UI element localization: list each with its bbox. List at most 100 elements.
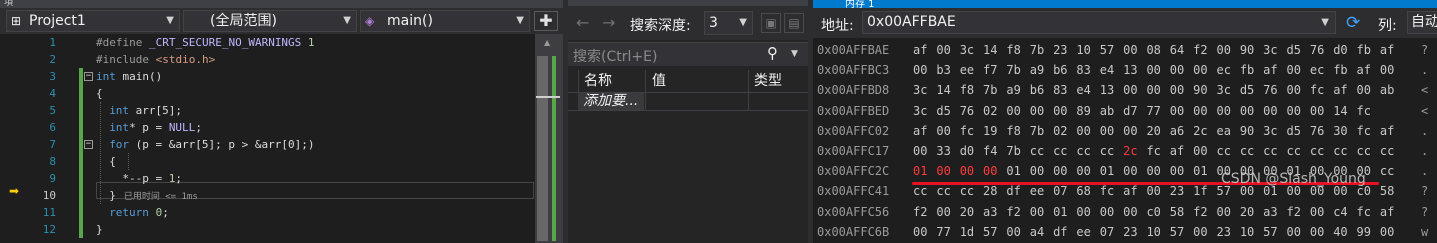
memory-byte[interactable]: 20 [960,202,983,222]
memory-byte[interactable]: 90 [1240,40,1263,60]
memory-byte[interactable]: 00 [1100,121,1123,141]
memory-byte[interactable]: 00 [1053,161,1076,181]
memory-byte[interactable]: ee [960,60,983,80]
memory-byte[interactable]: 00 [1100,202,1123,222]
chevron-down-icon[interactable]: ▼ [791,49,798,59]
project-dropdown[interactable]: ⊞ Project1 ▼ [6,10,180,32]
search-depth-dropdown[interactable]: 3 ▼ [704,11,753,35]
memory-byte[interactable]: 01 [913,161,936,181]
code-line[interactable]: 8{ [0,153,535,170]
memory-byte[interactable]: fc [1357,121,1380,141]
memory-byte[interactable]: 00 [1357,80,1380,100]
memory-byte[interactable]: ab [1100,101,1123,121]
memory-byte[interactable]: 2c [1193,121,1216,141]
memory-byte[interactable]: 76 [1310,40,1333,60]
memory-byte[interactable]: 14 [1333,101,1356,121]
memory-bytes[interactable]: 00 77 1d 57 00 a4 df ee 07 23 10 57 00 23 10 57 00 00 40 99… [913,222,1403,242]
memory-byte[interactable]: 00 [1216,40,1239,60]
memory-byte[interactable]: fb [1240,60,1263,80]
hex-view-button[interactable]: ▤ [784,13,804,33]
memory-byte[interactable]: 77 [1146,101,1169,121]
forward-arrow-icon[interactable]: → [602,13,615,32]
memory-byte[interactable]: 00 [936,161,959,181]
memory-byte[interactable]: cc [1287,141,1310,161]
memory-row[interactable]: 0x00AFFBC3 00 b3 ee f7 7b a9 b6 83 e4 13 00 00 00 ec fb… [813,60,1437,80]
memory-byte[interactable]: 02 [1053,121,1076,141]
memory-byte[interactable]: 3c [1216,80,1239,100]
memory-byte[interactable]: 00 [913,60,936,80]
memory-byte[interactable]: 90 [1240,121,1263,141]
memory-row[interactable]: 0x00AFFC56 f2 00 20 a3 f2 00 01 00 00 00 c0 58 f2 00 20… [813,202,1437,222]
memory-byte[interactable]: ea [1216,121,1239,141]
memory-byte[interactable]: 58 [1380,181,1403,201]
memory-byte[interactable]: 00 [1123,40,1146,60]
collapse-outline-icon[interactable]: − [84,72,93,81]
memory-byte[interactable]: e4 [1100,60,1123,80]
memory-byte[interactable]: a4 [1030,222,1053,242]
code-line[interactable]: 9 *--p = 1; [0,170,535,187]
memory-byte[interactable]: f4 [983,141,1006,161]
memory-byte[interactable]: cc [936,181,959,201]
memory-byte[interactable]: 3c [1263,121,1286,141]
memory-byte[interactable]: 13 [1100,80,1123,100]
memory-byte[interactable]: cc [1030,141,1053,161]
memory-byte[interactable]: e4 [1076,80,1099,100]
memory-byte[interactable]: 76 [960,101,983,121]
memory-byte[interactable]: a6 [1170,121,1193,141]
code-line[interactable]: 1 #define _CRT_SECURE_NO_WARNINGS 1 [0,34,535,51]
memory-byte[interactable]: 89 [1076,101,1099,121]
column-header-value[interactable]: 值 [652,70,666,92]
memory-byte[interactable]: 2c [1123,141,1146,161]
memory-byte[interactable]: 00 [1123,80,1146,100]
memory-byte[interactable]: af [1357,60,1380,80]
memory-byte[interactable]: ee [1030,181,1053,201]
memory-byte[interactable]: 00 [1193,101,1216,121]
memory-row[interactable]: 0x00AFFBED 3c d5 76 02 00 00 00 89 ab d7 77 00 00 00 00… [813,101,1437,121]
memory-row[interactable]: 0x00AFFBD8 3c 14 f8 7b a9 b6 83 e4 13 00 00 00 90 3c d5… [813,80,1437,100]
memory-byte[interactable]: f2 [1287,202,1310,222]
editor-vertical-scrollbar[interactable]: ▲ [535,34,563,243]
memory-byte[interactable]: cc [1310,141,1333,161]
memory-byte[interactable]: 7b [1006,60,1029,80]
memory-byte[interactable]: 00 [913,141,936,161]
column-header-name[interactable]: 名称 [584,70,612,92]
memory-byte[interactable]: 07 [1100,222,1123,242]
memory-byte[interactable]: 00 [1193,222,1216,242]
collapse-outline-icon[interactable]: − [84,140,93,149]
memory-byte[interactable]: 3c [1263,40,1286,60]
memory-bytes[interactable]: f2 00 20 a3 f2 00 01 00 00 00 c0 58 f2 00 20 a3 f2 00 c4 fc… [913,202,1403,222]
memory-byte[interactable]: fc [1357,202,1380,222]
memory-byte[interactable]: 00 [1240,101,1263,121]
memory-byte[interactable]: 20 [1146,121,1169,141]
memory-byte[interactable]: 3c [960,40,983,60]
memory-byte[interactable]: 08 [1146,40,1169,60]
memory-byte[interactable]: d0 [1333,40,1356,60]
memory-byte[interactable]: b3 [936,60,959,80]
memory-byte[interactable]: cc [1053,141,1076,161]
watch-search-box[interactable]: 搜索(Ctrl+E) ⚲ ▼ [568,42,808,66]
memory-byte[interactable]: 7b [1006,141,1029,161]
memory-byte[interactable]: 01 [1053,202,1076,222]
memory-byte[interactable]: 00 [936,40,959,60]
memory-byte[interactable]: 00 [1287,222,1310,242]
code-line[interactable]: 10} 已用时间 <= 1ms [0,187,535,204]
memory-byte[interactable]: 3c [913,101,936,121]
memory-byte[interactable]: a3 [983,202,1006,222]
memory-byte[interactable]: 00 [936,202,959,222]
back-arrow-icon[interactable]: ← [576,13,589,32]
memory-byte[interactable]: 10 [1240,222,1263,242]
memory-byte[interactable]: cc [960,181,983,201]
memory-byte[interactable]: 00 [1123,161,1146,181]
memory-byte[interactable]: f2 [913,202,936,222]
column-header-type[interactable]: 类型 [754,70,782,92]
memory-byte[interactable]: 00 [1146,80,1169,100]
memory-bytes[interactable]: 00 b3 ee f7 7b a9 b6 83 e4 13 00 00 00 ec fb af 00 ec fb af… [913,60,1403,80]
memory-byte[interactable]: 23 [1123,222,1146,242]
code-line[interactable]: 12} [0,221,535,238]
memory-byte[interactable]: cc [1216,141,1239,161]
code-line[interactable]: 7− for (p = &arr[5]; p > &arr[0];) [0,136,535,153]
memory-byte[interactable]: 23 [1053,40,1076,60]
memory-byte[interactable]: 68 [1076,181,1099,201]
memory-byte[interactable]: 00 [1193,141,1216,161]
memory-byte[interactable]: c4 [1333,202,1356,222]
